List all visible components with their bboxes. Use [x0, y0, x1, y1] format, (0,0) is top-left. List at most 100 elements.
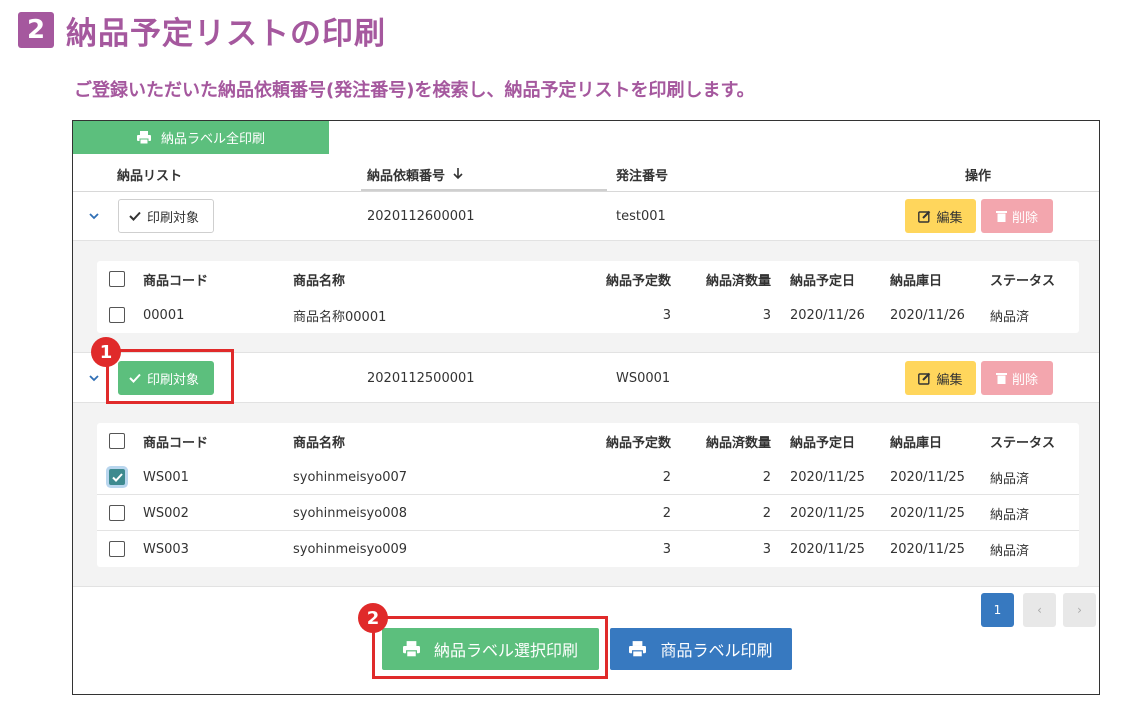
- edit-button[interactable]: 編集: [905, 199, 976, 233]
- col-name: 商品名称: [293, 435, 346, 451]
- row-checkbox[interactable]: [109, 541, 125, 557]
- order-detail-panel: 商品コード 商品名称 納品予定数 納品済数量 納品予定日 納品庫日 ステータス …: [73, 402, 1099, 587]
- trash-icon: [995, 210, 1007, 222]
- column-header-order-no: 発注番号: [616, 168, 669, 184]
- col-warehouse-date: 納品庫日: [890, 435, 943, 451]
- step-marker-1: 1: [91, 337, 121, 367]
- item-code: WS003: [143, 541, 189, 557]
- col-code: 商品コード: [143, 273, 209, 289]
- printer-icon: [629, 641, 647, 657]
- table-row: 00001 商品名称00001 3 3 2020/11/26 2020/11/2…: [97, 297, 1079, 333]
- item-planned-qty: 3: [662, 541, 671, 557]
- col-name: 商品名称: [293, 273, 346, 289]
- print-all-labels-button[interactable]: 納品ラベル全印刷: [73, 121, 329, 154]
- row-checkbox[interactable]: [109, 505, 125, 521]
- item-name: syohinmeisyo009: [293, 541, 408, 557]
- delete-label: 削除: [1011, 372, 1038, 388]
- printer-icon: [136, 131, 151, 144]
- print-product-labels-label: 商品ラベル印刷: [660, 641, 773, 660]
- col-warehouse-date: 納品庫日: [890, 273, 943, 289]
- column-header-request-no[interactable]: 納品依頼番号: [367, 157, 463, 191]
- col-planned-date: 納品予定日: [790, 273, 856, 289]
- item-name: syohinmeisyo008: [293, 505, 408, 521]
- item-delivered-qty: 3: [762, 307, 771, 323]
- table-row: WS001 syohinmeisyo007 2 2 2020/11/25 202…: [97, 459, 1079, 495]
- col-planned-date: 納品予定日: [790, 435, 856, 451]
- item-planned-date: 2020/11/25: [790, 505, 865, 521]
- order-detail-panel: 商品コード 商品名称 納品予定数 納品済数量 納品予定日 納品庫日 ステータス …: [73, 240, 1099, 353]
- delete-button[interactable]: 削除: [981, 361, 1053, 395]
- print-target-label: 印刷対象: [147, 372, 200, 388]
- edit-button[interactable]: 編集: [905, 361, 976, 395]
- item-status: 納品済: [990, 543, 1030, 559]
- check-icon: [129, 211, 141, 221]
- select-all-checkbox[interactable]: [109, 271, 125, 287]
- check-icon: [129, 373, 141, 383]
- delete-button[interactable]: 削除: [981, 199, 1053, 233]
- edit-icon: [918, 372, 931, 385]
- select-all-checkbox[interactable]: [109, 433, 125, 449]
- chevron-down-icon[interactable]: [87, 371, 101, 385]
- print-target-toggle[interactable]: 印刷対象: [118, 199, 215, 233]
- item-delivered-qty: 3: [762, 541, 771, 557]
- edit-icon: [918, 210, 931, 223]
- item-table-header: 商品コード 商品名称 納品予定数 納品済数量 納品予定日 納品庫日 ステータス: [97, 423, 1079, 459]
- col-delivered-qty: 納品済数量: [705, 435, 771, 451]
- item-code: 00001: [143, 307, 185, 323]
- item-status: 納品済: [990, 309, 1030, 325]
- page-subtitle: ご登録いただいた納品依頼番号(発注番号)を検索し、納品予定リストを印刷します。: [74, 80, 755, 101]
- item-warehouse-date: 2020/11/25: [890, 541, 965, 557]
- col-delivered-qty: 納品済数量: [705, 273, 771, 289]
- item-status: 納品済: [990, 507, 1030, 523]
- row-checkbox-checked[interactable]: [109, 469, 125, 485]
- print-product-labels-button[interactable]: 商品ラベル印刷: [610, 628, 792, 670]
- order-number: test001: [616, 208, 666, 224]
- chevron-left-icon: ‹: [1037, 603, 1042, 617]
- item-planned-qty: 2: [662, 505, 671, 521]
- row-checkbox[interactable]: [109, 307, 125, 323]
- item-warehouse-date: 2020/11/25: [890, 469, 965, 485]
- item-delivered-qty: 2: [762, 469, 771, 485]
- table-row: WS002 syohinmeisyo008 2 2 2020/11/25 202…: [97, 495, 1079, 531]
- col-status: ステータス: [990, 435, 1056, 451]
- request-number: 2020112600001: [367, 208, 475, 224]
- print-target-toggle-active[interactable]: 印刷対象: [118, 361, 215, 395]
- item-planned-date: 2020/11/26: [790, 307, 865, 323]
- request-number: 2020112500001: [367, 370, 475, 386]
- page-title: 納品予定リストの印刷: [66, 15, 386, 52]
- item-code: WS002: [143, 505, 189, 521]
- section-heading: 2 納品予定リストの印刷: [18, 8, 386, 52]
- item-planned-qty: 2: [662, 469, 671, 485]
- page-prev-button[interactable]: ‹: [1023, 593, 1056, 627]
- col-planned-qty: 納品予定数: [605, 273, 671, 289]
- page-next-button[interactable]: ›: [1063, 593, 1096, 627]
- col-status: ステータス: [990, 273, 1056, 289]
- chevron-down-icon[interactable]: [87, 209, 101, 223]
- item-table: 商品コード 商品名称 納品予定数 納品済数量 納品予定日 納品庫日 ステータス …: [97, 261, 1079, 333]
- page-button-current[interactable]: 1: [981, 593, 1014, 627]
- edit-label: 編集: [936, 210, 963, 226]
- col-planned-qty: 納品予定数: [605, 435, 671, 451]
- col-code: 商品コード: [143, 435, 209, 451]
- order-number: WS0001: [616, 370, 671, 386]
- trash-icon: [995, 372, 1007, 384]
- item-planned-qty: 3: [662, 307, 671, 323]
- item-status: 納品済: [990, 471, 1030, 487]
- item-planned-date: 2020/11/25: [790, 541, 865, 557]
- sort-arrow-down-icon: [453, 168, 463, 180]
- step-number-badge: 2: [18, 12, 54, 48]
- chevron-right-icon: ›: [1077, 603, 1082, 617]
- print-selected-labels-button[interactable]: 納品ラベル選択印刷: [382, 628, 599, 670]
- item-name: 商品名称00001: [293, 309, 387, 325]
- column-header-list: 納品リスト: [117, 168, 183, 184]
- item-table: 商品コード 商品名称 納品予定数 納品済数量 納品予定日 納品庫日 ステータス …: [97, 423, 1079, 567]
- item-name: syohinmeisyo007: [293, 469, 408, 485]
- print-selected-labels-label: 納品ラベル選択印刷: [433, 641, 578, 660]
- item-code: WS001: [143, 469, 189, 485]
- item-delivered-qty: 2: [762, 505, 771, 521]
- step-marker-2: 2: [358, 603, 388, 633]
- print-all-labels-label: 納品ラベル全印刷: [160, 132, 265, 147]
- item-planned-date: 2020/11/25: [790, 469, 865, 485]
- table-row: WS003 syohinmeisyo009 3 3 2020/11/25 202…: [97, 531, 1079, 567]
- column-header-request-no-label: 納品依頼番号: [367, 168, 446, 184]
